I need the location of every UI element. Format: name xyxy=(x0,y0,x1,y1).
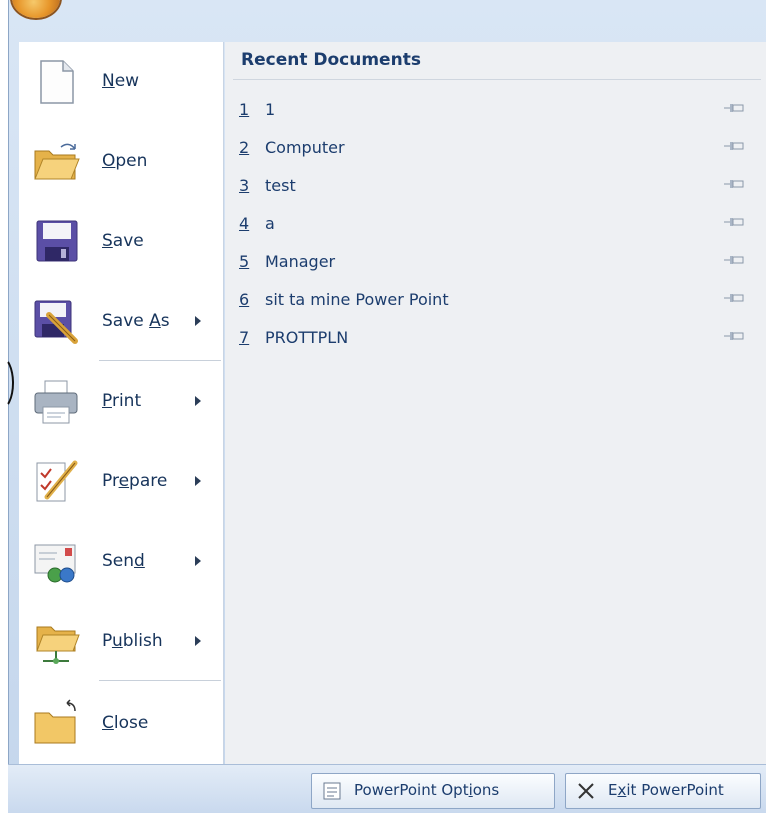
menu-save-label: Save xyxy=(102,231,144,251)
submenu-arrow-icon xyxy=(195,556,201,566)
recent-title-divider xyxy=(233,79,761,80)
recent-item-name: PROTTPLN xyxy=(265,328,349,347)
close-folder-icon xyxy=(34,699,76,744)
recent-item-name: Manager xyxy=(265,252,336,271)
recent-documents-title: Recent Documents xyxy=(241,50,421,70)
send-mail-icon xyxy=(34,544,76,583)
exit-powerpoint-button[interactable]: Exit PowerPoint xyxy=(565,773,761,809)
publish-folder-icon xyxy=(36,626,80,664)
submenu-arrow-icon xyxy=(195,316,201,326)
menu-save[interactable]: Save xyxy=(19,202,223,280)
recent-documents-panel: Recent Documents 1 1 2 Computer 3 test 4… xyxy=(225,42,766,764)
pin-icon[interactable] xyxy=(723,214,745,230)
menu-publish-label: Publish xyxy=(102,631,163,651)
options-icon xyxy=(323,782,341,800)
recent-item-name: sit ta mine Power Point xyxy=(265,290,449,309)
menu-print-label: Print xyxy=(102,391,142,411)
pin-icon[interactable] xyxy=(723,138,745,154)
prepare-document-icon xyxy=(36,460,78,502)
new-document-icon xyxy=(40,60,74,104)
commands-panel: New Open Save Save As Print Prepare Send… xyxy=(19,42,224,764)
pin-icon[interactable] xyxy=(723,100,745,116)
close-x-icon xyxy=(578,783,594,799)
recent-item-number: 7 xyxy=(239,328,250,347)
recent-item-number: 3 xyxy=(239,176,250,195)
menu-open[interactable]: Open xyxy=(19,122,223,200)
recent-item[interactable]: 7 PROTTPLN xyxy=(225,320,766,356)
menu-new-label: New xyxy=(102,71,140,91)
recent-item[interactable]: 6 sit ta mine Power Point xyxy=(225,282,766,318)
menu-prepare[interactable]: Prepare xyxy=(19,442,223,520)
powerpoint-options-button[interactable]: PowerPoint Options xyxy=(311,773,555,809)
recent-item-name: test xyxy=(265,176,296,195)
menu-divider xyxy=(99,680,221,681)
submenu-arrow-icon xyxy=(195,636,201,646)
pin-icon[interactable] xyxy=(723,252,745,268)
menu-close[interactable]: Close xyxy=(19,684,223,762)
menu-prepare-label: Prepare xyxy=(102,471,168,491)
pin-icon[interactable] xyxy=(723,176,745,192)
recent-item-number: 1 xyxy=(239,100,250,119)
menu-send-label: Send xyxy=(102,551,145,571)
menu-footer: PowerPoint Options Exit PowerPoint xyxy=(8,764,766,813)
submenu-arrow-icon xyxy=(195,396,201,406)
submenu-arrow-icon xyxy=(195,476,201,486)
recent-item[interactable]: 4 a xyxy=(225,206,766,242)
pin-icon[interactable] xyxy=(723,328,745,344)
menu-publish[interactable]: Publish xyxy=(19,602,223,680)
printer-icon xyxy=(34,380,78,424)
open-folder-icon xyxy=(34,143,80,180)
recent-item-number: 4 xyxy=(239,214,250,233)
recent-item[interactable]: 3 test xyxy=(225,168,766,204)
recent-item[interactable]: 1 1 xyxy=(225,92,766,128)
recent-item[interactable]: 2 Computer xyxy=(225,130,766,166)
recent-item-name: 1 xyxy=(265,100,276,119)
menu-new[interactable]: New xyxy=(19,42,223,120)
menu-print[interactable]: Print xyxy=(19,362,223,440)
exit-powerpoint-label: Exit PowerPoint xyxy=(608,781,724,799)
menu-save-as[interactable]: Save As xyxy=(19,282,223,360)
save-as-icon xyxy=(34,300,78,344)
powerpoint-options-label: PowerPoint Options xyxy=(354,781,500,799)
recent-item-number: 6 xyxy=(239,290,250,309)
recent-item-number: 5 xyxy=(239,252,250,271)
save-disk-icon xyxy=(36,220,78,262)
menu-close-label: Close xyxy=(102,713,149,733)
recent-item-number: 2 xyxy=(239,138,250,157)
recent-item-name: a xyxy=(265,214,275,233)
recent-item-name: Computer xyxy=(265,138,345,157)
menu-open-label: Open xyxy=(102,151,148,171)
pin-icon[interactable] xyxy=(723,290,745,306)
menu-divider xyxy=(99,360,221,361)
recent-item[interactable]: 5 Manager xyxy=(225,244,766,280)
menu-send[interactable]: Send xyxy=(19,522,223,600)
menu-save-as-label: Save As xyxy=(102,311,170,331)
